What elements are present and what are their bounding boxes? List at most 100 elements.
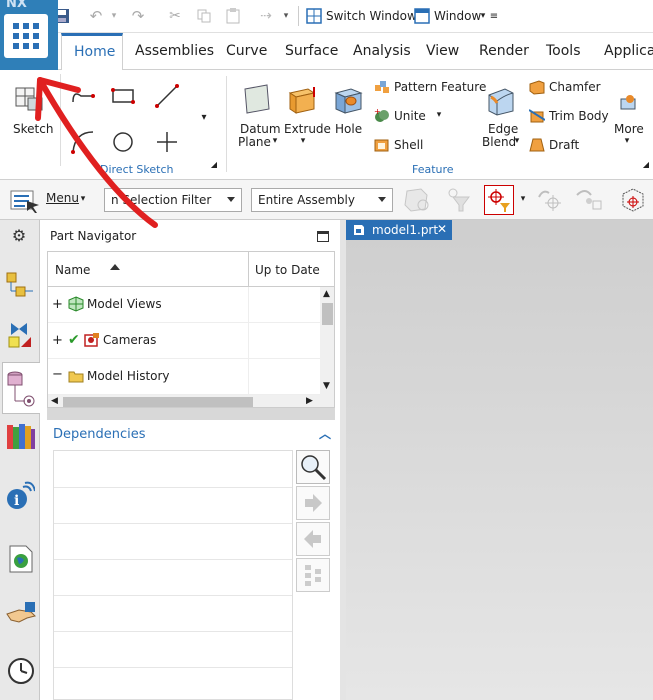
- undo-dropdown-icon[interactable]: ▾: [108, 6, 120, 26]
- window-icon[interactable]: [413, 7, 431, 25]
- scroll-thumb[interactable]: [322, 303, 333, 325]
- column-name-header[interactable]: Name: [55, 263, 90, 277]
- show-snap-point-icon[interactable]: [616, 185, 648, 215]
- profile-icon[interactable]: [69, 82, 97, 110]
- extrude-icon[interactable]: [285, 82, 319, 116]
- settings-gear-icon[interactable]: ⚙: [8, 224, 30, 246]
- point-on-curve-icon[interactable]: [534, 186, 566, 214]
- scroll-right-icon[interactable]: ▶: [306, 396, 313, 406]
- scroll-down-icon[interactable]: ▼: [323, 381, 330, 391]
- filter-icon[interactable]: [444, 186, 476, 214]
- graphics-window[interactable]: model1.prt ✕: [346, 220, 653, 700]
- cut-icon[interactable]: ✂: [165, 6, 185, 26]
- tree-vertical-scrollbar[interactable]: ▲ ▼: [320, 287, 334, 395]
- shell-label[interactable]: Shell: [394, 138, 423, 152]
- next-dependency-button[interactable]: [296, 486, 330, 520]
- app-logo-button[interactable]: NX: [0, 0, 58, 70]
- dependency-tree-button[interactable]: [296, 558, 330, 592]
- expand-icon[interactable]: +: [52, 334, 63, 347]
- more-icon[interactable]: [616, 90, 640, 114]
- reuse-library-icon[interactable]: [4, 420, 38, 452]
- close-tab-icon[interactable]: ✕: [437, 222, 447, 236]
- dependencies-title[interactable]: Dependencies: [53, 427, 146, 442]
- window-dropdown-icon[interactable]: ▾: [478, 6, 488, 26]
- web-browser-icon[interactable]: [6, 542, 36, 576]
- paste-icon[interactable]: [223, 6, 243, 26]
- unite-label[interactable]: Unite: [394, 109, 426, 123]
- more-dropdown-icon[interactable]: ▾: [622, 134, 632, 148]
- previous-dependency-button[interactable]: [296, 522, 330, 556]
- point-icon[interactable]: [153, 128, 181, 156]
- graphics-canvas[interactable]: [346, 240, 653, 700]
- snap-point-icon[interactable]: [484, 185, 514, 215]
- visibility-check-icon[interactable]: ✔: [68, 332, 80, 348]
- extrude-dropdown-icon[interactable]: ▾: [298, 134, 308, 148]
- repeat-command-icon[interactable]: ⇢: [256, 6, 276, 26]
- draft-icon[interactable]: [529, 137, 545, 153]
- collapse-icon[interactable]: −: [52, 368, 63, 381]
- circle-icon[interactable]: [109, 128, 137, 156]
- snap-dropdown-icon[interactable]: ▾: [518, 192, 528, 206]
- datum-plane-dropdown-icon[interactable]: ▾: [270, 134, 280, 148]
- direct-sketch-launcher-icon[interactable]: ◢: [208, 158, 220, 170]
- datum-plane-label-2[interactable]: Plane: [238, 135, 271, 149]
- tab-view[interactable]: View: [426, 43, 459, 59]
- shell-icon[interactable]: [374, 137, 390, 153]
- menu-icon[interactable]: [8, 186, 42, 214]
- rectangle-icon[interactable]: [109, 82, 137, 110]
- draft-label[interactable]: Draft: [549, 138, 579, 152]
- tab-surface[interactable]: Surface: [285, 43, 338, 59]
- tab-applications[interactable]: Applicatio: [604, 43, 653, 59]
- hole-icon[interactable]: [332, 84, 364, 116]
- tab-tools[interactable]: Tools: [546, 43, 581, 59]
- switch-window-icon[interactable]: [305, 7, 323, 25]
- arc-icon[interactable]: [69, 128, 97, 156]
- roles-icon[interactable]: [4, 598, 38, 628]
- tree-horizontal-scrollbar[interactable]: ◀ ▶: [48, 395, 334, 407]
- pattern-feature-icon[interactable]: [374, 79, 390, 95]
- constraint-navigator-icon[interactable]: [4, 320, 36, 352]
- part-navigator-tab[interactable]: [2, 362, 40, 414]
- pattern-feature-label[interactable]: Pattern Feature: [394, 80, 486, 94]
- direct-sketch-more-icon[interactable]: ▾: [198, 110, 210, 124]
- menu-label[interactable]: Menu: [46, 191, 79, 205]
- trim-body-icon[interactable]: [529, 108, 545, 124]
- tree-row-model-history[interactable]: − Model History: [48, 359, 320, 395]
- unite-dropdown-icon[interactable]: ▾: [434, 108, 444, 122]
- collapse-dependencies-icon[interactable]: ︿: [318, 426, 332, 441]
- redo-icon[interactable]: ↷: [128, 6, 148, 26]
- customize-qat-icon[interactable]: ≡: [488, 6, 500, 26]
- chamfer-label[interactable]: Chamfer: [549, 80, 601, 94]
- sketch-label[interactable]: Sketch: [13, 122, 53, 136]
- undo-icon[interactable]: ↶: [86, 6, 106, 26]
- panel-splitter[interactable]: [47, 408, 335, 420]
- repeat-dropdown-icon[interactable]: ▾: [280, 6, 292, 26]
- unite-icon[interactable]: +: [374, 108, 390, 124]
- tab-curve[interactable]: Curve: [226, 43, 267, 59]
- expand-icon[interactable]: +: [52, 298, 63, 311]
- hd3d-tools-icon[interactable]: i: [4, 480, 36, 514]
- sketch-icon[interactable]: [12, 82, 46, 116]
- menu-dropdown-icon[interactable]: ▾: [78, 192, 88, 206]
- switch-window-label[interactable]: Switch Window: [326, 9, 417, 23]
- tab-assemblies[interactable]: Assemblies: [135, 43, 214, 59]
- tab-render[interactable]: Render: [479, 43, 529, 59]
- window-menu-label[interactable]: Window: [434, 9, 481, 23]
- maximize-navigator-button[interactable]: [317, 231, 329, 242]
- edge-blend-dropdown-icon[interactable]: ▾: [512, 134, 522, 148]
- dependencies-search-button[interactable]: [296, 450, 330, 484]
- assembly-scope-dropdown[interactable]: Entire Assembly: [251, 188, 393, 212]
- trim-body-label[interactable]: Trim Body: [549, 109, 609, 123]
- point-on-face-icon[interactable]: [574, 186, 608, 214]
- edge-blend-icon[interactable]: [484, 84, 518, 118]
- hole-label[interactable]: Hole: [335, 122, 362, 136]
- tab-home[interactable]: Home: [61, 33, 123, 71]
- selection-filter-dropdown[interactable]: n Selection Filter: [104, 188, 242, 212]
- assembly-navigator-icon[interactable]: [4, 270, 36, 302]
- chamfer-icon[interactable]: [529, 79, 545, 95]
- tree-row-cameras[interactable]: + ✔ Cameras: [48, 323, 320, 359]
- column-uptodate-header[interactable]: Up to Date: [255, 263, 320, 277]
- copy-icon[interactable]: [194, 6, 214, 26]
- general-selection-intent-icon[interactable]: [402, 186, 432, 214]
- tab-model1-prt[interactable]: model1.prt ✕: [346, 220, 452, 240]
